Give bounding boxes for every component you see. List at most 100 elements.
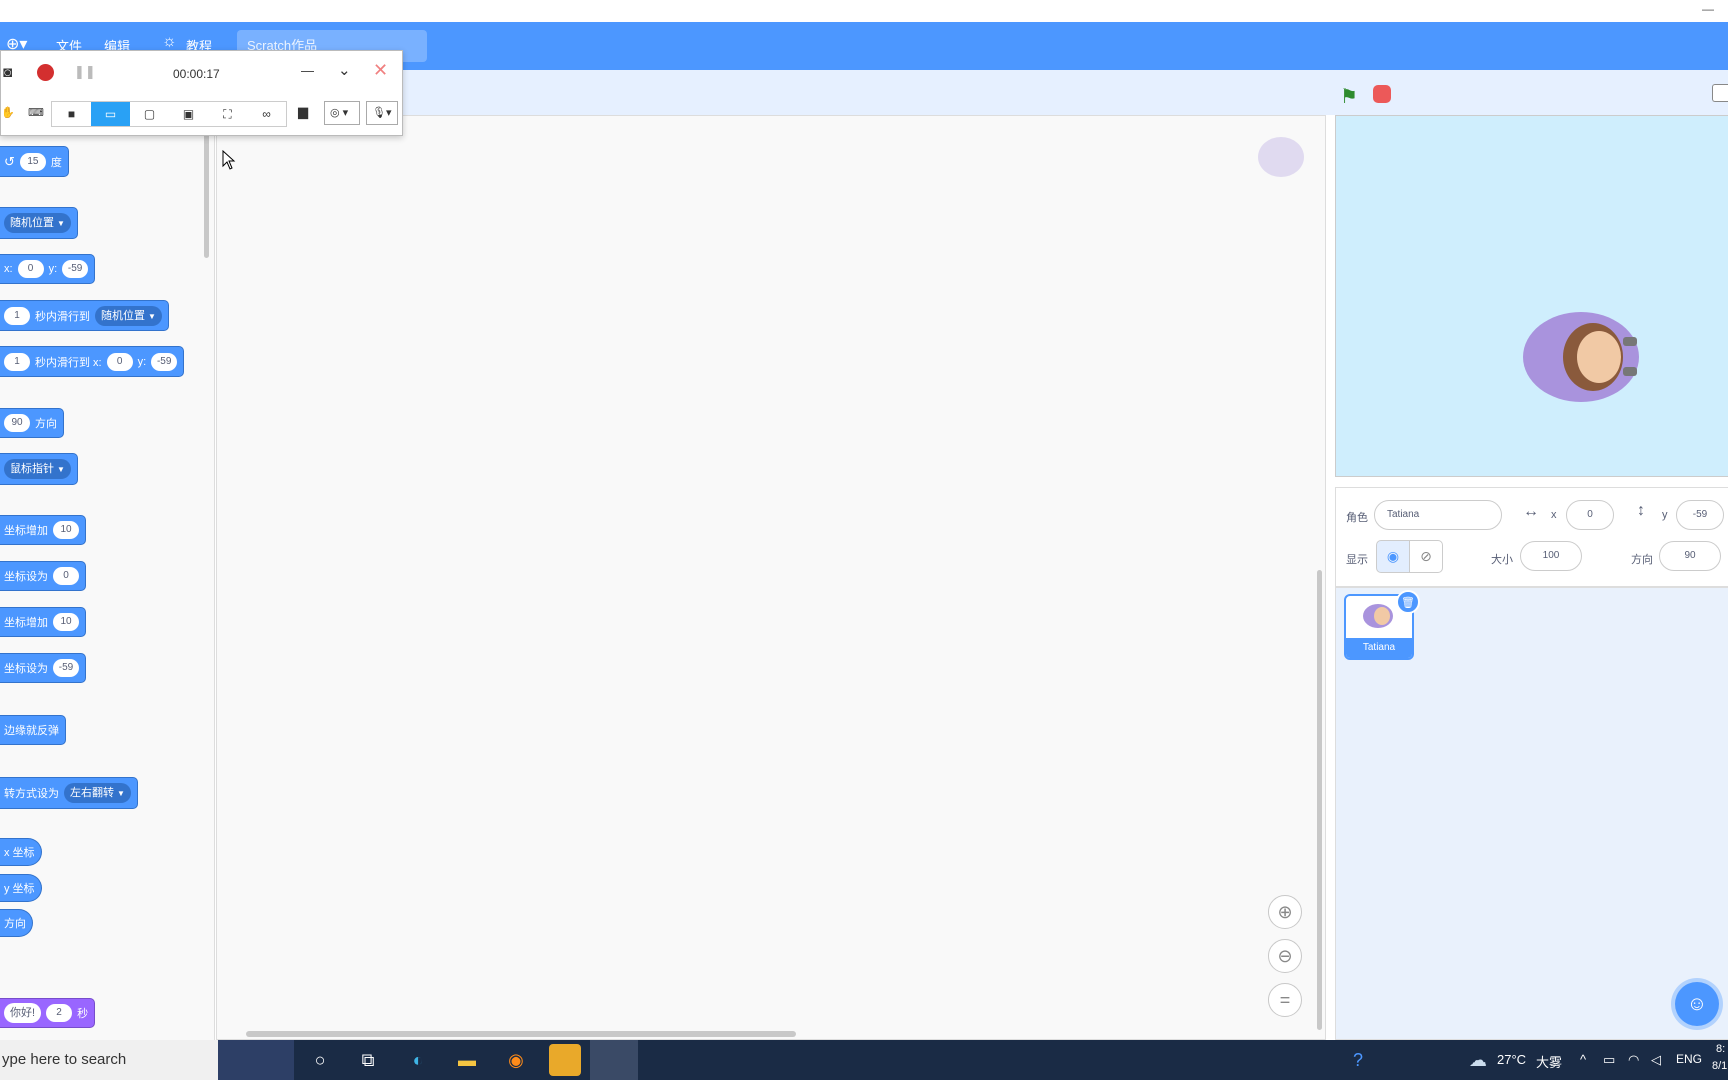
- block-rotation-style[interactable]: 转方式设为 左右翻转 ▼: [0, 777, 138, 809]
- recorder-collapse-chevron-icon[interactable]: ⌄: [338, 61, 351, 79]
- reporter-y-position[interactable]: y 坐标: [0, 874, 42, 902]
- zoom-in-button[interactable]: ⊕: [1268, 895, 1302, 929]
- firefox-icon[interactable]: ◉: [503, 1048, 529, 1072]
- zoom-out-button[interactable]: ⊖: [1268, 939, 1302, 973]
- block-bounce[interactable]: 边缘就反弹: [0, 715, 66, 745]
- say-secs-input[interactable]: 2: [46, 1004, 73, 1022]
- block-label: y:: [137, 355, 147, 368]
- block-set-x[interactable]: 坐标设为 0: [0, 561, 86, 591]
- say-text-input[interactable]: 你好!: [4, 1003, 42, 1023]
- goto-target-dropdown[interactable]: 随机位置 ▼: [4, 213, 71, 233]
- goto-y-input[interactable]: -59: [62, 260, 89, 278]
- script-area[interactable]: [216, 115, 1326, 1040]
- y-position-input[interactable]: -59: [1676, 500, 1724, 530]
- block-glide-random[interactable]: 1 秒内滑行到 随机位置 ▼: [0, 300, 169, 331]
- show-visible-eye-icon[interactable]: ◉: [1376, 540, 1410, 573]
- block-goto-random[interactable]: 随机位置 ▼: [0, 207, 78, 239]
- rotation-style-dropdown[interactable]: 左右翻转 ▼: [64, 783, 131, 803]
- edge-browser-icon[interactable]: ◐: [405, 1048, 431, 1072]
- reporter-x-position[interactable]: x 坐标: [0, 838, 42, 866]
- block-glide-xy[interactable]: 1 秒内滑行到 x: 0 y: -59: [0, 346, 185, 377]
- glide-secs-input[interactable]: 1: [4, 306, 30, 325]
- block-label: 转方式设为: [4, 788, 59, 800]
- change-y-input[interactable]: 10: [53, 613, 79, 631]
- block-label: x 坐标: [4, 847, 35, 859]
- task-view-icon[interactable]: ⧉: [355, 1048, 381, 1072]
- monitor-mode-icon[interactable]: ▢: [130, 102, 169, 126]
- window-mode-icon[interactable]: ▣: [169, 102, 208, 126]
- glide2-y-input[interactable]: -59: [151, 352, 178, 371]
- block-point-towards[interactable]: 鼠标指针 ▼: [0, 453, 78, 485]
- recorder-taskbar-icon[interactable]: [590, 1040, 638, 1080]
- clock-date[interactable]: 8/1: [1712, 1060, 1727, 1072]
- glide-target-dropdown[interactable]: 随机位置 ▼: [95, 305, 162, 326]
- record-button[interactable]: [37, 64, 54, 81]
- sprite-name-input[interactable]: Tatiana: [1374, 500, 1502, 530]
- language-indicator[interactable]: ENG: [1676, 1052, 1702, 1066]
- clock-time[interactable]: 8:: [1716, 1043, 1725, 1055]
- block-goto-xy[interactable]: x: 0 y: -59: [0, 254, 96, 284]
- recorder-close-button[interactable]: ✕: [373, 60, 388, 81]
- block-change-y[interactable]: 坐标增加 10: [0, 607, 86, 637]
- hand-icon[interactable]: ✋: [1, 106, 15, 119]
- x-position-input[interactable]: 0: [1566, 500, 1614, 530]
- direction-input[interactable]: 90: [1659, 541, 1721, 571]
- zoom-reset-button[interactable]: =: [1268, 983, 1302, 1017]
- script-hscrollbar[interactable]: [246, 1031, 796, 1037]
- point-towards-dropdown[interactable]: 鼠标指针 ▼: [4, 459, 71, 479]
- pause-button[interactable]: ❚❚: [74, 64, 96, 80]
- block-point-direction[interactable]: 90 方向: [0, 408, 64, 438]
- taskbar-search-input[interactable]: ype here to search: [0, 1040, 218, 1080]
- set-x-input[interactable]: 0: [53, 567, 79, 585]
- recording-timer: 00:00:17: [173, 67, 220, 81]
- stage-size-toggle-button[interactable]: [1712, 84, 1728, 102]
- link-mode-icon[interactable]: ∞: [247, 102, 286, 126]
- block-label: y 坐标: [4, 883, 35, 895]
- webcam-select[interactable]: ◎ ▾: [324, 101, 360, 125]
- tray-chevron-icon[interactable]: ^: [1580, 1052, 1586, 1067]
- keyboard-icon[interactable]: ⌨: [28, 106, 44, 119]
- block-say-for-secs[interactable]: 你好! 2 秒: [0, 998, 96, 1028]
- folder-icon[interactable]: ▆: [298, 104, 308, 120]
- block-label: 坐标增加: [4, 525, 48, 537]
- script-vscrollbar[interactable]: [1317, 570, 1322, 1030]
- wifi-icon[interactable]: ◠: [1628, 1052, 1639, 1068]
- cortana-circle-icon[interactable]: ○: [307, 1048, 333, 1072]
- glide2-x-input[interactable]: 0: [106, 352, 133, 371]
- tutorials-bulb-icon[interactable]: ☼: [162, 33, 177, 51]
- size-input[interactable]: 100: [1520, 541, 1582, 571]
- file-explorer-icon[interactable]: ▬: [454, 1048, 480, 1072]
- set-y-input[interactable]: -59: [53, 659, 79, 677]
- change-x-input[interactable]: 10: [53, 521, 79, 539]
- screenshot-camera-icon[interactable]: ◙: [3, 64, 12, 81]
- microphone-select[interactable]: 🎙▾: [366, 101, 398, 125]
- help-icon[interactable]: ?: [1345, 1048, 1371, 1072]
- rotate-left-icon: ↺: [4, 153, 15, 169]
- glide2-secs-input[interactable]: 1: [4, 352, 30, 371]
- window-minimize-button[interactable]: —: [1702, 2, 1714, 16]
- size-label: 大小: [1491, 554, 1513, 566]
- stage-canvas[interactable]: [1335, 115, 1728, 477]
- sprite-tatiana-on-stage[interactable]: [1511, 301, 1661, 416]
- add-sprite-cat-icon[interactable]: ☺: [1675, 982, 1719, 1026]
- show-hidden-eye-icon[interactable]: ⊘: [1409, 540, 1443, 573]
- recorder-minimize-button[interactable]: —: [301, 63, 314, 78]
- green-flag-icon[interactable]: ⚑: [1340, 84, 1358, 109]
- block-turn-left[interactable]: ↺ 15 度: [0, 146, 69, 177]
- battery-icon[interactable]: ▭: [1603, 1052, 1615, 1068]
- goto-x-input[interactable]: 0: [17, 260, 44, 278]
- fullscreen-mode-icon[interactable]: ⛶: [208, 102, 247, 126]
- palette-scrollbar[interactable]: [204, 128, 209, 258]
- reporter-direction[interactable]: 方向: [0, 909, 33, 937]
- direction-input[interactable]: 90: [4, 414, 30, 432]
- delete-sprite-trash-icon[interactable]: 🗑: [1396, 590, 1420, 614]
- camera-mode-icon[interactable]: ■: [52, 102, 91, 126]
- stop-button[interactable]: [1373, 85, 1391, 103]
- app-notes-icon[interactable]: [549, 1044, 581, 1076]
- turn-degrees-input[interactable]: 15: [19, 152, 46, 171]
- block-label: x:: [4, 263, 13, 275]
- block-set-y[interactable]: 坐标设为 -59: [0, 653, 86, 683]
- block-change-x[interactable]: 坐标增加 10: [0, 515, 86, 545]
- screen-area-mode-icon[interactable]: ▭: [91, 102, 130, 126]
- volume-icon[interactable]: ◁: [1651, 1052, 1661, 1068]
